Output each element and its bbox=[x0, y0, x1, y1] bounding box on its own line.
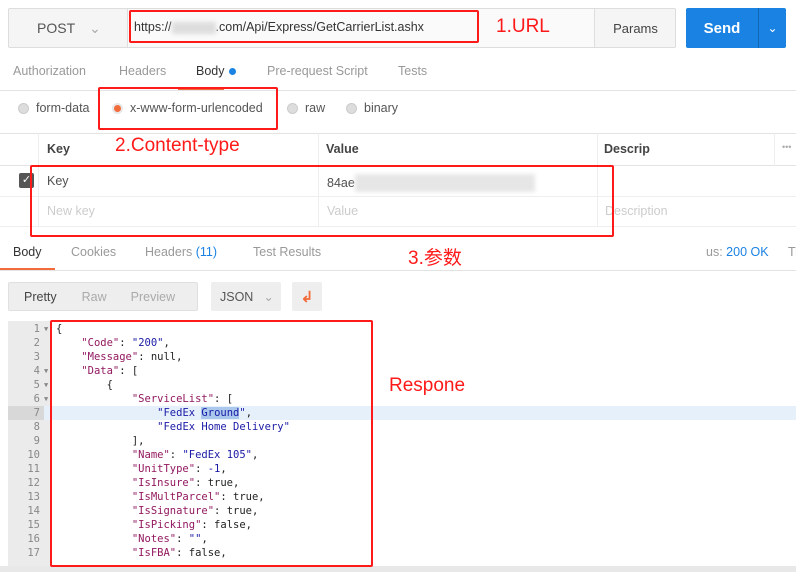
line-number: 6 bbox=[33, 393, 40, 405]
dot-indicator-icon bbox=[228, 68, 236, 76]
view-pretty[interactable]: Pretty bbox=[24, 290, 57, 304]
annotation-params: 3.参数 bbox=[408, 248, 462, 269]
line-number: 8 bbox=[33, 421, 40, 433]
view-raw[interactable]: Raw bbox=[82, 290, 107, 304]
tab-tests[interactable]: Tests bbox=[398, 64, 427, 78]
method-select[interactable]: POST ⌄ bbox=[8, 8, 128, 48]
response-tab-headers[interactable]: Headers (11) bbox=[145, 245, 217, 259]
line-number: 11 bbox=[27, 463, 40, 475]
line-number: 15 bbox=[27, 519, 40, 531]
annotation-url: 1.URL bbox=[496, 16, 550, 37]
radio-binary[interactable]: binary bbox=[346, 101, 398, 115]
line-number: 5 bbox=[33, 379, 40, 391]
response-tab-cookies[interactable]: Cookies bbox=[71, 245, 116, 259]
line-number: 1 bbox=[33, 323, 40, 335]
radio-icon bbox=[346, 102, 357, 114]
headers-count: (11) bbox=[195, 245, 218, 259]
radio-raw[interactable]: raw bbox=[287, 101, 325, 115]
line-number: 10 bbox=[27, 449, 40, 461]
tab-body-label: Body bbox=[196, 64, 225, 78]
status-label: us: bbox=[706, 245, 723, 259]
method-label: POST bbox=[37, 20, 76, 36]
annotation-content-type: 2.Content-type bbox=[115, 135, 240, 156]
status: us: 200 OK bbox=[706, 245, 769, 259]
chevron-down-icon: ⌄ bbox=[89, 19, 101, 36]
send-button[interactable]: Send bbox=[686, 8, 758, 48]
response-tab-body[interactable]: Body bbox=[13, 245, 42, 259]
chevron-down-icon: ⌄ bbox=[263, 290, 274, 304]
radio-icon bbox=[287, 102, 298, 114]
response-tab-test-results[interactable]: Test Results bbox=[253, 245, 321, 259]
radio-form-data[interactable]: form-data bbox=[18, 101, 90, 115]
line-number: 13 bbox=[27, 491, 40, 503]
new-description-input[interactable]: Description bbox=[605, 204, 668, 218]
annotation-response: Respone bbox=[389, 375, 466, 396]
annotation-box-content-type bbox=[98, 87, 278, 130]
line-number: 3 bbox=[33, 351, 40, 363]
more-options-icon[interactable]: ••• bbox=[782, 142, 791, 152]
annotation-box-url bbox=[129, 10, 479, 43]
view-preview[interactable]: Preview bbox=[131, 290, 175, 304]
line-number: 17 bbox=[27, 547, 40, 559]
wrap-lines-icon[interactable]: ↲ bbox=[292, 282, 322, 311]
tab-label: Headers bbox=[145, 245, 193, 259]
tab-headers[interactable]: Headers bbox=[119, 64, 166, 78]
divider bbox=[774, 133, 775, 166]
line-number: 9 bbox=[33, 435, 40, 447]
view-mode-group: Pretty Raw Preview bbox=[8, 282, 198, 311]
status-value: 200 OK bbox=[726, 245, 769, 259]
params-button[interactable]: Params bbox=[594, 9, 676, 47]
annotation-box-response bbox=[50, 320, 373, 567]
radio-label: raw bbox=[305, 101, 326, 115]
column-value: Value bbox=[326, 142, 359, 156]
column-description: Descrip bbox=[604, 142, 650, 156]
annotation-box-params bbox=[30, 165, 614, 237]
line-number: 7 bbox=[8, 406, 44, 420]
line-number: 12 bbox=[27, 477, 40, 489]
format-label: JSON bbox=[220, 289, 254, 304]
radio-label: form-data bbox=[36, 101, 90, 115]
line-number: 4 bbox=[33, 365, 40, 377]
line-number: 2 bbox=[33, 337, 40, 349]
tab-pre-request-script[interactable]: Pre-request Script bbox=[267, 64, 368, 78]
tab-authorization[interactable]: Authorization bbox=[13, 64, 86, 78]
tab-body[interactable]: Body bbox=[196, 64, 236, 78]
line-number: 14 bbox=[27, 505, 40, 517]
radio-icon bbox=[18, 102, 29, 114]
format-select[interactable]: JSON ⌄ bbox=[211, 282, 281, 311]
divider bbox=[0, 270, 796, 271]
column-key: Key bbox=[47, 142, 70, 156]
time-label: Ti bbox=[788, 245, 796, 259]
line-number: 16 bbox=[27, 533, 40, 545]
send-dropdown-chevron-icon[interactable]: ⌄ bbox=[758, 8, 786, 48]
radio-label: binary bbox=[364, 101, 399, 115]
